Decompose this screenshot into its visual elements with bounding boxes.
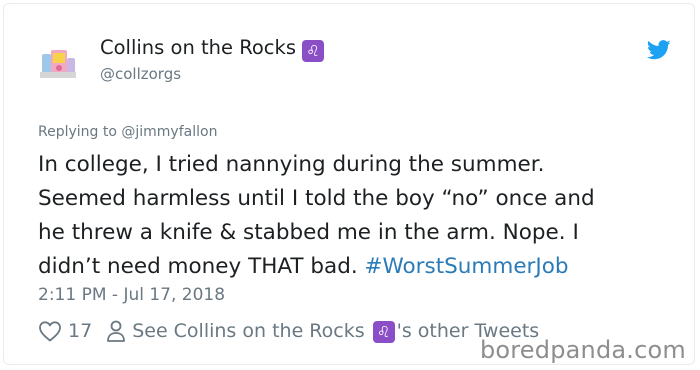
site-watermark: boredpanda.com — [479, 336, 686, 364]
heart-icon[interactable] — [38, 320, 62, 342]
author-name-text: Collins on the Rocks — [100, 36, 296, 59]
like-count[interactable]: 17 — [68, 320, 92, 342]
see-other-tweets-link[interactable]: See Collins on the Rocks ♌'s other Tweets — [132, 320, 539, 343]
tweet-line: In college, I tried nannying during the … — [38, 152, 545, 177]
leo-icon: ♌ — [372, 320, 395, 343]
tweet-line-text: didn’t need money THAT bad. — [38, 254, 365, 279]
reply-context[interactable]: Replying to @jimmyfallon — [38, 124, 217, 140]
hashtag-link[interactable]: #WorstSummerJob — [365, 254, 569, 279]
leo-icon: ♌ — [301, 40, 324, 62]
twitter-bird-icon[interactable] — [646, 40, 671, 60]
tweet-card: Collins on the Rocks ♌ @collzorgs Replyin… — [3, 3, 695, 365]
tweet-body: In college, I tried nannying during the … — [38, 148, 678, 284]
tweet-line: Seemed harmless until I told the boy “no… — [38, 186, 595, 211]
author-handle[interactable]: @collzorgs — [100, 65, 181, 83]
tweet-timestamp[interactable]: 2:11 PM - Jul 17, 2018 — [38, 285, 225, 305]
tweet-line: he threw a knife & stabbed me in the arm… — [38, 220, 579, 245]
action-bar: 17 See Collins on the Rocks ♌'s other Twe… — [38, 318, 539, 344]
author-display-name[interactable]: Collins on the Rocks ♌ — [100, 36, 324, 62]
tweet-line-last: didn’t need money THAT bad. #WorstSummer… — [38, 250, 678, 284]
see-other-prefix: See Collins on the Rocks — [132, 319, 365, 342]
author-avatar[interactable] — [38, 42, 78, 82]
person-icon[interactable] — [106, 319, 126, 343]
